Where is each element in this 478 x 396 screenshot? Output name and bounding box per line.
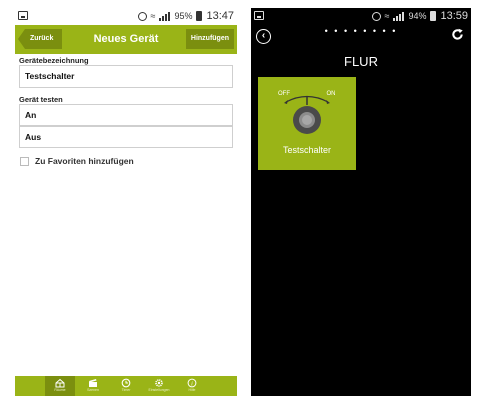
test-off-option[interactable]: Aus <box>19 126 233 148</box>
status-bar: ≈ 95% 13:47 <box>15 8 237 25</box>
scenes-icon <box>89 379 97 387</box>
nav-help[interactable]: i Hilfe <box>177 376 207 396</box>
dial-off-label: OFF <box>278 91 290 97</box>
alarm-icon <box>371 11 381 21</box>
wifi-icon: ≈ <box>384 10 390 21</box>
back-button[interactable]: Zurück <box>18 29 63 49</box>
clock-time: 13:59 <box>440 10 468 22</box>
notification-image-icon <box>18 11 28 20</box>
nav-scenes-label: Szenen <box>87 388 99 392</box>
room-title: FLUR <box>344 54 378 69</box>
nav-timer-label: Timer <box>121 388 131 392</box>
page-indicator: • • • • • • • • <box>324 26 398 36</box>
nav-rooms-label: Räume <box>54 388 66 392</box>
nav-settings-label: Einstellungen <box>148 388 170 392</box>
device-name-input[interactable]: Testschalter <box>19 65 233 88</box>
device-tile[interactable]: OFF ON Testschalter <box>258 77 356 170</box>
test-on-option[interactable]: An <box>19 104 233 126</box>
add-button[interactable]: Hinzufügen <box>185 29 234 49</box>
device-tile-label: Testschalter <box>282 145 332 155</box>
device-name-label: Gerätebezeichnung <box>19 56 89 65</box>
right-phone-screen: ≈ 94% 13:59 ‹ • • • • • • • • FLUR OFF O… <box>251 8 471 396</box>
wifi-icon: ≈ <box>150 10 156 21</box>
favorite-checkbox[interactable] <box>20 156 29 166</box>
battery-percent: 94% <box>408 11 427 21</box>
info-icon: i <box>187 378 197 388</box>
nav-timer[interactable]: Timer <box>111 376 141 396</box>
test-device-label: Gerät testen <box>19 95 63 104</box>
rooms-icon <box>55 378 65 388</box>
refresh-icon[interactable] <box>451 28 464 41</box>
battery-icon <box>430 11 437 21</box>
clock-time: 13:47 <box>206 10 234 22</box>
settings-icon <box>155 379 163 387</box>
nav-help-label: Hilfe <box>188 388 196 392</box>
favorite-row[interactable]: Zu Favoriten hinzufügen <box>20 156 134 166</box>
bottom-navigation: Räume Szenen Timer Einstellungen i Hilfe <box>15 376 237 396</box>
nav-rooms[interactable]: Räume <box>45 376 75 396</box>
signal-icon <box>159 11 171 21</box>
signal-icon <box>393 11 405 21</box>
left-phone-screen: ≈ 95% 13:47 Zurück Neues Gerät Hinzufüge… <box>15 8 237 396</box>
rotary-switch-icon: OFF ON <box>278 91 336 134</box>
nav-settings[interactable]: Einstellungen <box>144 376 174 396</box>
notification-image-icon <box>254 11 264 20</box>
clock-icon <box>121 378 131 388</box>
status-bar: ≈ 94% 13:59 <box>251 8 471 25</box>
battery-icon <box>196 11 203 21</box>
app-header: Zurück Neues Gerät Hinzufügen <box>15 25 237 54</box>
battery-percent: 95% <box>174 11 193 21</box>
nav-scenes[interactable]: Szenen <box>78 376 108 396</box>
favorite-label: Zu Favoriten hinzufügen <box>35 156 134 166</box>
dial-on-label: ON <box>327 91 336 97</box>
alarm-icon <box>137 11 147 21</box>
